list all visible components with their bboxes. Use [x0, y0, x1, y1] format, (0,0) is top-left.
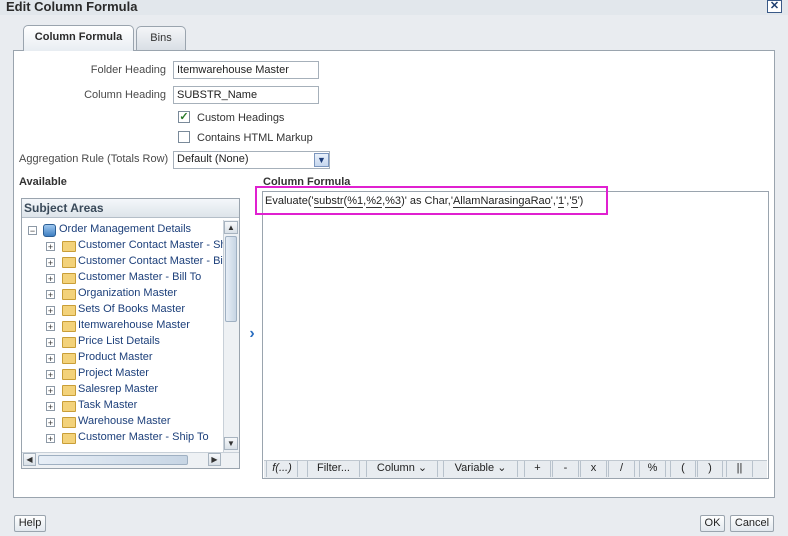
expand-icon[interactable]: +: [46, 258, 55, 268]
minus-button[interactable]: -: [552, 461, 579, 477]
folder-icon: [62, 321, 76, 332]
column-heading-label: Column Heading: [84, 89, 166, 101]
contains-html-label: Contains HTML Markup: [197, 132, 313, 144]
expand-icon[interactable]: +: [46, 338, 55, 348]
chevron-down-icon[interactable]: ▼: [314, 153, 329, 167]
chevron-right-icon[interactable]: ›: [244, 326, 260, 344]
chevron-down-icon: ⌄: [417, 462, 428, 474]
folder-icon: [62, 433, 76, 444]
expand-icon[interactable]: +: [46, 402, 55, 412]
collapse-icon[interactable]: −: [28, 226, 37, 236]
column-button-label: Column: [376, 462, 415, 474]
ok-button[interactable]: OK: [700, 515, 725, 532]
contains-html-checkbox[interactable]: [178, 131, 190, 143]
aggregation-rule-value: Default (None): [177, 153, 249, 165]
percent-button[interactable]: %: [639, 461, 666, 477]
tree-root-order-management[interactable]: Order Management Details: [59, 223, 224, 239]
folder-icon: [62, 369, 76, 380]
expand-icon[interactable]: +: [46, 242, 55, 252]
function-button[interactable]: f(...): [266, 461, 298, 477]
subject-area-icon: [43, 224, 56, 237]
dialog-title: Edit Column Formula: [6, 0, 138, 14]
folder-icon: [62, 273, 76, 284]
tree-item[interactable]: Customer Contact Master - Bil: [78, 255, 223, 271]
horizontal-scroll-thumb[interactable]: [38, 455, 188, 465]
plus-button[interactable]: +: [524, 461, 551, 477]
variable-dropdown-button[interactable]: Variable ⌄: [443, 461, 518, 477]
formula-editor[interactable]: [262, 191, 769, 479]
tree-item[interactable]: Organization Master: [78, 287, 223, 303]
folder-icon: [62, 401, 76, 412]
tree-item[interactable]: Itemwarehouse Master: [78, 319, 223, 335]
tree-item[interactable]: Product Master: [78, 351, 223, 367]
column-heading-input[interactable]: SUBSTR_Name: [173, 86, 319, 104]
scroll-down-icon[interactable]: ▼: [224, 437, 238, 450]
available-heading: Available: [19, 176, 67, 188]
tree-item[interactable]: Price List Details: [78, 335, 223, 351]
custom-headings-checkbox[interactable]: ✓: [178, 111, 190, 123]
help-button[interactable]: Help: [14, 515, 46, 532]
variable-button-label: Variable: [454, 462, 495, 474]
tree-item[interactable]: Warehouse Master: [78, 415, 223, 431]
cancel-button[interactable]: Cancel: [730, 515, 774, 532]
expand-icon[interactable]: +: [46, 370, 55, 380]
expand-icon[interactable]: +: [46, 434, 55, 444]
folder-icon: [62, 289, 76, 300]
column-dropdown-button[interactable]: Column ⌄: [366, 461, 438, 477]
aggregation-rule-label: Aggregation Rule (Totals Row): [19, 153, 169, 165]
tab-bins[interactable]: Bins: [136, 26, 186, 50]
tree-item[interactable]: Customer Contact Master - Sh: [78, 239, 223, 255]
scroll-right-icon[interactable]: ▶: [208, 453, 221, 466]
tab-column-formula[interactable]: Column Formula: [23, 25, 134, 51]
folder-icon: [62, 385, 76, 396]
vertical-scroll-thumb[interactable]: [225, 236, 237, 322]
tree-item[interactable]: Task Master: [78, 399, 223, 415]
folder-icon: [62, 417, 76, 428]
chevron-down-icon: ⌄: [497, 462, 507, 474]
tree-item[interactable]: Project Master: [78, 367, 223, 383]
expand-icon[interactable]: +: [46, 418, 55, 428]
expand-icon[interactable]: +: [46, 322, 55, 332]
scroll-left-icon[interactable]: ◀: [23, 453, 36, 466]
tree-item[interactable]: Customer Master - Ship To: [78, 431, 223, 447]
subject-areas-title: Subject Areas: [22, 199, 239, 218]
divide-button[interactable]: /: [608, 461, 635, 477]
tree-item[interactable]: Sets Of Books Master: [78, 303, 223, 319]
folder-icon: [62, 353, 76, 364]
folder-heading-label: Folder Heading: [90, 64, 166, 76]
expand-icon[interactable]: +: [46, 274, 55, 284]
formula-highlight-box: [255, 186, 608, 215]
left-paren-button[interactable]: (: [670, 461, 696, 477]
aggregation-rule-select[interactable]: Default (None): [173, 151, 330, 169]
expand-icon[interactable]: +: [46, 386, 55, 396]
tree-item[interactable]: Salesrep Master: [78, 383, 223, 399]
folder-heading-input[interactable]: Itemwarehouse Master: [173, 61, 319, 79]
folder-icon: [62, 241, 76, 252]
folder-icon: [62, 337, 76, 348]
multiply-button[interactable]: x: [580, 461, 607, 477]
folder-icon: [62, 305, 76, 316]
close-icon[interactable]: ✕: [767, 0, 782, 13]
expand-icon[interactable]: +: [46, 290, 55, 300]
filter-button[interactable]: Filter...: [307, 461, 360, 477]
expand-icon[interactable]: +: [46, 354, 55, 364]
folder-icon: [62, 257, 76, 268]
expand-icon[interactable]: +: [46, 306, 55, 316]
custom-headings-label: Custom Headings: [197, 112, 285, 124]
tree-item[interactable]: Customer Master - Bill To: [78, 271, 223, 287]
concat-button[interactable]: ||: [726, 461, 753, 477]
scroll-up-icon[interactable]: ▲: [224, 221, 238, 234]
right-paren-button[interactable]: ): [697, 461, 723, 477]
